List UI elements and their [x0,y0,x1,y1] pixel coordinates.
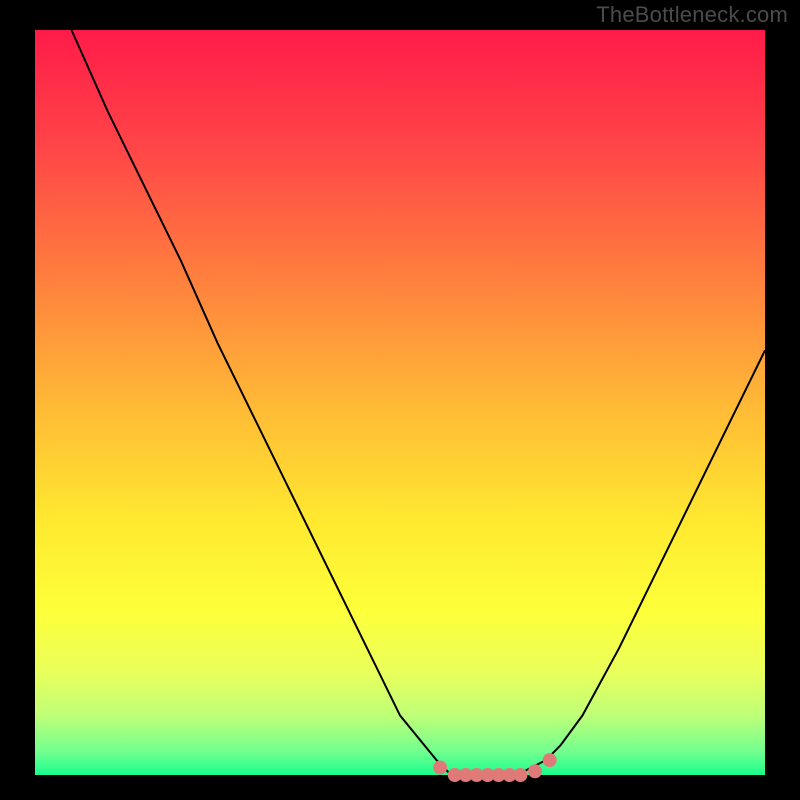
bottleneck-chart [0,0,800,800]
marker-point [513,768,527,782]
marker-point [543,753,557,767]
marker-point [433,761,447,775]
marker-point [528,764,542,778]
attribution-label: TheBottleneck.com [596,2,788,28]
chart-frame: TheBottleneck.com [0,0,800,800]
plot-background [35,30,765,775]
